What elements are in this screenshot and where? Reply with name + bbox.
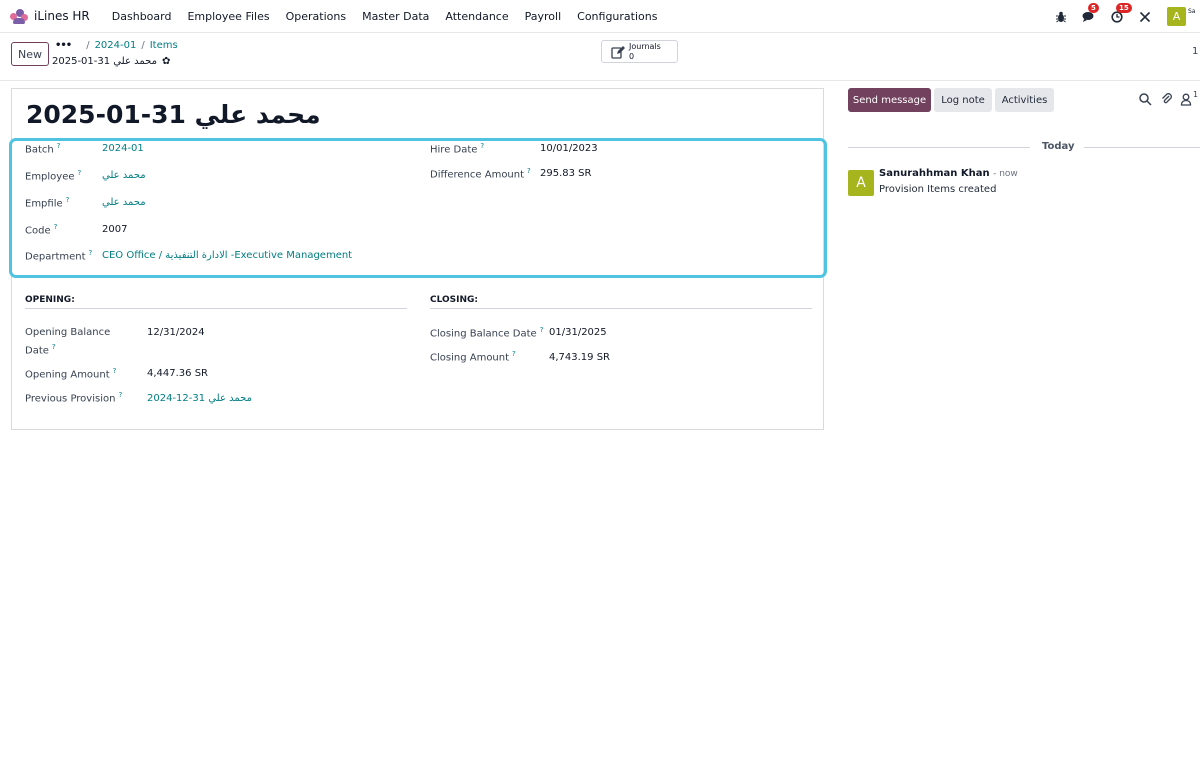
message-avatar[interactable]: A bbox=[848, 170, 874, 196]
difference-amount-label: Difference Amount? bbox=[430, 167, 531, 181]
code-value[interactable]: 2007 bbox=[102, 224, 127, 235]
bug-icon[interactable] bbox=[1053, 9, 1069, 25]
app-name: iLines HR bbox=[34, 9, 90, 23]
new-button[interactable]: New bbox=[11, 42, 49, 66]
opening-balance-date-label: Opening Balance Date? bbox=[25, 327, 111, 357]
today-divider-right bbox=[1084, 147, 1200, 148]
message-author[interactable]: Sanurahhman Khan bbox=[879, 168, 990, 179]
menu-payroll[interactable]: Payroll bbox=[517, 10, 570, 23]
opening-amount-label: Opening Amount? bbox=[25, 367, 117, 381]
closing-balance-date-label: Closing Balance Date? bbox=[430, 326, 544, 340]
closing-balance-date-value[interactable]: 01/31/2025 bbox=[549, 327, 607, 338]
menu-dashboard[interactable]: Dashboard bbox=[104, 10, 180, 23]
activities-badge: 15 bbox=[1116, 2, 1132, 13]
breadcrumb-separator: / bbox=[141, 40, 145, 51]
opening-balance-date-value[interactable]: 12/31/2024 bbox=[147, 327, 205, 338]
clock-icon[interactable]: 15 bbox=[1109, 2, 1132, 25]
journals-label: Journals bbox=[629, 41, 661, 51]
gear-icon[interactable]: ✿ bbox=[162, 56, 170, 67]
message-body: Provision Items created bbox=[879, 184, 997, 195]
app-logo-icon bbox=[9, 8, 29, 24]
employee-value[interactable]: محمد علي bbox=[102, 170, 146, 181]
form-sheet: 2025-01-31 محمد علي Batch? 2024-01 Emplo… bbox=[9, 88, 827, 430]
department-value[interactable]: CEO Office / الادارة التنفيذية -Executiv… bbox=[102, 250, 352, 261]
message-time: - now bbox=[993, 169, 1018, 179]
search-icon[interactable] bbox=[1138, 92, 1152, 106]
breadcrumb-items[interactable]: Items bbox=[150, 40, 178, 51]
journals-smart-button[interactable]: Journals 0 bbox=[601, 40, 678, 63]
previous-provision-label: Previous Provision? bbox=[25, 391, 123, 405]
department-label: Department? bbox=[25, 249, 93, 263]
difference-amount-value[interactable]: 295.83 SR bbox=[540, 168, 591, 179]
current-record: 2025-01-31 محمد علي ✿ bbox=[52, 56, 170, 67]
menu-employee-files[interactable]: Employee Files bbox=[179, 10, 277, 23]
breadcrumb: ••• / 2024-01 / Items bbox=[55, 40, 178, 51]
empfile-label: Empfile? bbox=[25, 196, 70, 210]
today-label: Today bbox=[1042, 141, 1075, 152]
batch-label: Batch? bbox=[25, 142, 61, 156]
top-navbar: iLines HR Dashboard Employee Files Opera… bbox=[0, 0, 1200, 33]
pager-value[interactable]: 1 bbox=[1192, 46, 1198, 57]
breadcrumb-batch[interactable]: 2024-01 bbox=[95, 40, 137, 51]
opening-section-title: OPENING: bbox=[25, 295, 75, 305]
today-divider-left bbox=[848, 147, 1030, 148]
record-name: 2025-01-31 محمد علي bbox=[52, 56, 157, 67]
menu-attendance[interactable]: Attendance bbox=[437, 10, 516, 23]
batch-value[interactable]: 2024-01 bbox=[102, 143, 144, 154]
closing-section-title: CLOSING: bbox=[430, 295, 479, 305]
empfile-value[interactable]: محمد علي bbox=[102, 197, 146, 208]
control-panel: New ••• / 2024-01 / Items 2025-01-31 محم… bbox=[0, 33, 1200, 81]
main-menu: Dashboard Employee Files Operations Mast… bbox=[104, 10, 666, 23]
hire-date-label: Hire Date? bbox=[430, 142, 485, 156]
messages-badge: 5 bbox=[1088, 2, 1099, 13]
opening-amount-value[interactable]: 4,447.36 SR bbox=[147, 368, 208, 379]
hire-date-value[interactable]: 10/01/2023 bbox=[540, 143, 598, 154]
closing-amount-label: Closing Amount? bbox=[430, 350, 516, 364]
code-label: Code? bbox=[25, 223, 58, 237]
systray: 5 15 A Sa bbox=[1041, 0, 1200, 33]
breadcrumb-more-button[interactable]: ••• bbox=[55, 40, 72, 51]
chat-icon[interactable]: 5 bbox=[1081, 2, 1099, 25]
activities-button[interactable]: Activities bbox=[995, 88, 1054, 112]
previous-provision-value[interactable]: 2024-12-31 محمد علي bbox=[147, 393, 252, 404]
closing-amount-value[interactable]: 4,743.19 SR bbox=[549, 352, 610, 363]
menu-operations[interactable]: Operations bbox=[278, 10, 354, 23]
user-db-label[interactable]: Sa bbox=[1188, 7, 1200, 26]
app-brand[interactable]: iLines HR bbox=[9, 8, 90, 24]
followers-count: 1 bbox=[1193, 90, 1199, 99]
opening-divider bbox=[25, 308, 407, 309]
edit-icon bbox=[611, 45, 625, 59]
menu-master-data[interactable]: Master Data bbox=[354, 10, 437, 23]
journals-count: 0 bbox=[629, 51, 635, 61]
send-message-button[interactable]: Send message bbox=[848, 88, 931, 112]
message-header: Sanurahhman Khan - now bbox=[879, 168, 1018, 179]
tools-icon[interactable] bbox=[1137, 9, 1153, 25]
user-avatar[interactable]: A bbox=[1167, 7, 1186, 26]
menu-configurations[interactable]: Configurations bbox=[569, 10, 665, 23]
log-note-button[interactable]: Log note bbox=[934, 88, 992, 112]
paperclip-icon[interactable] bbox=[1160, 92, 1174, 106]
employee-label: Employee? bbox=[25, 169, 82, 183]
page-title: 2025-01-31 محمد علي bbox=[26, 100, 321, 129]
breadcrumb-separator: / bbox=[86, 40, 90, 51]
closing-divider bbox=[430, 308, 812, 309]
user-icon[interactable] bbox=[1180, 92, 1194, 106]
